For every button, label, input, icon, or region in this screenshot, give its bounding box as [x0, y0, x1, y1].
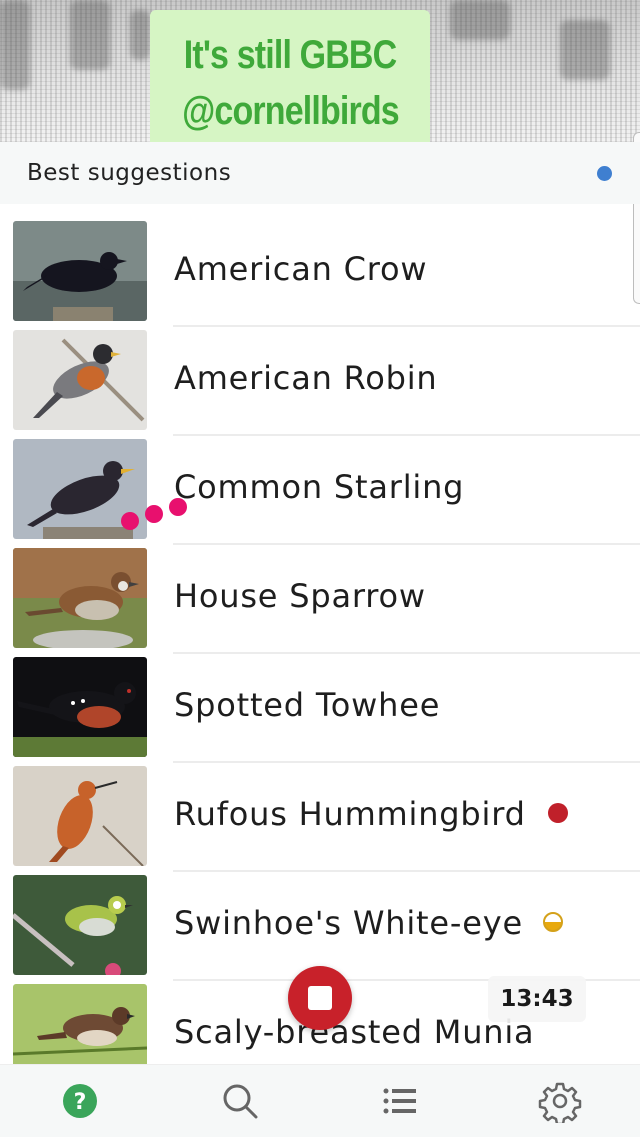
overlay-line-1: It's still GBBC [183, 33, 397, 77]
bird-name: Common Starling [174, 468, 465, 506]
half-circle-status-icon [542, 912, 563, 932]
search-icon [223, 1084, 258, 1119]
nav-help[interactable]: ? [58, 1079, 102, 1123]
list-item[interactable]: Rufous Hummingbird [0, 763, 640, 872]
status-indicator-dot [597, 166, 612, 181]
bird-name: American Crow [174, 250, 428, 288]
recording-timer: 13:43 [488, 976, 586, 1022]
svg-text:?: ? [74, 1090, 87, 1115]
list-item[interactable]: House Sparrow [0, 545, 640, 654]
bird-photo [13, 766, 147, 866]
section-header: Best suggestions [0, 142, 640, 204]
bird-name: Spotted Towhee [174, 686, 441, 724]
bird-name: Swinhoe's White-eye [174, 904, 563, 942]
bird-photo [13, 548, 147, 648]
suggestion-list: American Crow American Robin Common Star… [0, 218, 640, 1090]
nav-list[interactable] [378, 1079, 422, 1123]
bird-photo [13, 875, 147, 975]
list-item[interactable]: Swinhoe's White-eye [0, 872, 640, 981]
nav-search[interactable] [218, 1079, 262, 1123]
stop-icon [308, 986, 332, 1010]
bird-name: American Robin [174, 359, 438, 397]
section-title: Best suggestions [27, 160, 232, 186]
overlay-sticker: It's still GBBC @cornellbirds [150, 10, 430, 156]
nav-settings[interactable] [538, 1079, 582, 1126]
rare-bird-red-dot-icon [547, 803, 568, 823]
bird-photo [13, 657, 147, 757]
stop-recording-button[interactable] [288, 966, 352, 1030]
bird-name: House Sparrow [174, 577, 426, 615]
bird-photo [13, 221, 147, 321]
settings-icon [538, 1082, 582, 1126]
list-item[interactable]: American Crow [0, 218, 640, 327]
list-item[interactable]: Spotted Towhee [0, 654, 640, 763]
bottom-nav: ? [0, 1064, 640, 1137]
bird-name: Rufous Hummingbird [174, 795, 568, 833]
bird-name: Scaly-breasted Munia [174, 1013, 535, 1051]
list-item[interactable]: American Robin [0, 327, 640, 436]
bird-photo [13, 330, 147, 430]
list-icon [383, 1088, 416, 1114]
overlay-line-2: @cornellbirds [181, 89, 400, 133]
help-icon: ? [63, 1084, 97, 1118]
list-item[interactable]: Common Starling [0, 436, 640, 545]
